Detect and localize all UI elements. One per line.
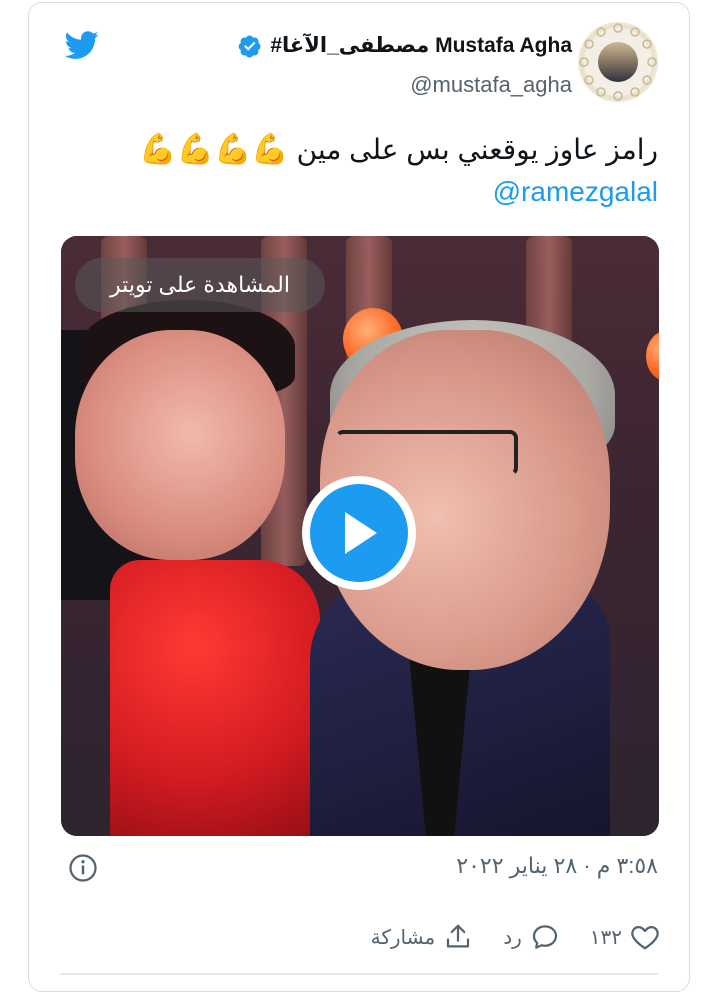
person-left-face (75, 330, 285, 560)
play-icon (345, 512, 377, 554)
reply-bubble-icon (532, 925, 557, 949)
red-costume-figure (110, 560, 320, 836)
share-button[interactable]: مشاركة (371, 922, 474, 952)
author-handle[interactable]: @mustafa_agha (410, 72, 572, 98)
share-upload-icon (447, 924, 470, 948)
play-button[interactable] (302, 476, 416, 590)
tweet-actions: ١٣٢ رد مشاركة (371, 922, 660, 952)
reply-button[interactable]: رد (503, 922, 560, 952)
mention-link[interactable]: @ramezgalal (493, 176, 658, 208)
play-button-inner (310, 484, 408, 582)
share-label: مشاركة (370, 926, 436, 949)
reply-label: رد (503, 926, 522, 949)
tweet-body: رامز عاوز يوقعني بس على مين (296, 134, 658, 165)
author-display-name: #مصطفى_الآغا Mustafa Agha (270, 34, 572, 57)
like-count: ١٣٢ (589, 926, 622, 949)
watch-on-twitter-label: المشاهدة على تويتر (110, 272, 290, 297)
info-icon[interactable] (68, 853, 98, 883)
verified-badge-icon (239, 35, 261, 57)
card-bottom-divider (60, 973, 658, 975)
twitter-bird-icon (64, 31, 99, 59)
like-button[interactable]: ١٣٢ (590, 922, 660, 952)
heart-icon (631, 925, 659, 950)
tweet-timestamp[interactable]: ٣:٥٨ م · ٢٨ يناير ٢٠٢٢ (456, 853, 658, 879)
avatar[interactable] (578, 22, 658, 102)
tweet-text: رامز عاوز يوقعني بس على مين 💪💪💪💪 (68, 128, 658, 172)
person-right-glasses (335, 430, 518, 476)
author-name-row[interactable]: #مصطفى_الآغا Mustafa Agha (238, 33, 572, 58)
tweet-emoji: 💪💪💪💪 (139, 133, 289, 166)
watch-on-twitter-button[interactable]: المشاهدة على تويتر (75, 258, 325, 312)
avatar-photo (598, 42, 638, 82)
